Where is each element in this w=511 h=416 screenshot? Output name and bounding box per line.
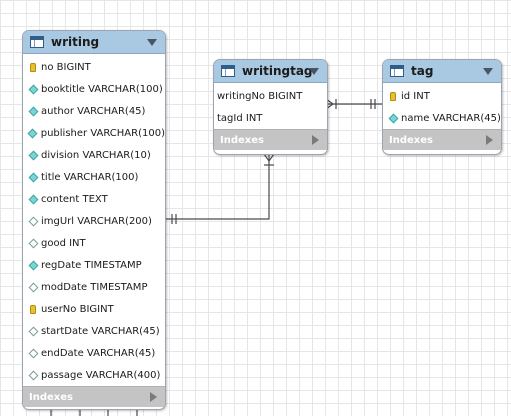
column-icon [26,172,40,182]
column-list: id INT name VARCHAR(45) [383,83,501,129]
column-icon [26,194,40,204]
table-header[interactable]: writingtag [214,60,327,83]
column-row[interactable]: startDate VARCHAR(45) [23,320,165,342]
collapse-arrow-icon[interactable] [147,39,157,46]
column-label: writingNo BIGINT [217,90,303,102]
column-icon [386,113,400,123]
table-icon [390,65,404,77]
nullable-column-icon [26,348,40,358]
key-icon [26,304,40,314]
collapse-arrow-icon[interactable] [483,68,493,75]
nullable-column-icon [26,326,40,336]
column-row[interactable]: imgUrl VARCHAR(200) [23,210,165,232]
column-row[interactable]: tagId INT [214,107,327,129]
table-title: tag [411,64,434,78]
column-label: modDate TIMESTAMP [41,281,148,293]
column-label: publisher VARCHAR(100) [40,127,165,139]
nullable-column-icon [26,216,40,226]
er-diagram-canvas: writing no BIGINT booktitle VARCHAR(100) a… [0,0,511,416]
indexes-section[interactable]: Indexes [383,129,501,150]
expand-arrow-icon[interactable] [486,135,493,145]
expand-arrow-icon[interactable] [312,135,319,145]
table-icon [30,36,44,48]
column-row[interactable]: good INT [23,232,165,254]
indexes-label: Indexes [389,134,433,146]
column-row[interactable]: userNo BIGINT [23,298,165,320]
column-row[interactable]: title VARCHAR(100) [23,166,165,188]
column-row[interactable]: division VARCHAR(10) [23,144,165,166]
column-list: no BIGINT booktitle VARCHAR(100) author VA… [23,54,165,386]
column-label: title VARCHAR(100) [41,171,139,183]
table-title: writing [51,35,100,49]
indexes-section[interactable]: Indexes [23,386,165,407]
column-label: booktitle VARCHAR(100) [41,83,163,95]
column-row[interactable]: endDate VARCHAR(45) [23,342,165,364]
relationship-writing-writingtag [166,155,270,220]
column-row[interactable]: content TEXT [23,188,165,210]
column-icon [26,84,40,94]
column-row[interactable]: author VARCHAR(45) [23,100,165,122]
table-title: writingtag [242,64,313,78]
many-crowfoot-mark [268,153,275,162]
column-label: good INT [41,237,86,249]
column-label: id INT [401,90,430,102]
collapse-arrow-icon[interactable] [309,68,319,75]
column-row[interactable]: regDate TIMESTAMP [23,254,165,276]
nullable-column-icon [26,238,40,248]
column-icon [26,150,40,160]
table-writing[interactable]: writing no BIGINT booktitle VARCHAR(100) a… [22,30,166,410]
column-row[interactable]: modDate TIMESTAMP [23,276,165,298]
table-header[interactable]: writing [23,31,165,54]
column-row[interactable]: id INT [383,85,501,107]
column-label: userNo BIGINT [41,303,114,315]
column-icon [26,106,40,116]
column-row[interactable]: booktitle VARCHAR(100) [23,78,165,100]
column-row[interactable]: publisher VARCHAR(100) [23,122,165,144]
table-icon [221,65,235,77]
column-label: name VARCHAR(45) [401,112,501,124]
column-icon [26,128,40,138]
column-row[interactable]: name VARCHAR(45) [383,107,501,129]
expand-arrow-icon[interactable] [150,392,157,402]
column-row[interactable]: no BIGINT [23,56,165,78]
column-row[interactable]: passage VARCHAR(400) [23,364,165,386]
key-icon [26,62,40,72]
column-label: content TEXT [41,193,108,205]
key-icon [386,91,400,101]
table-header[interactable]: tag [383,60,501,83]
indexes-section[interactable]: Indexes [214,129,327,150]
column-label: division VARCHAR(10) [41,149,151,161]
nullable-column-icon [26,282,40,292]
column-list: writingNo BIGINT tagId INT [214,83,327,129]
indexes-label: Indexes [29,391,73,403]
column-row[interactable]: writingNo BIGINT [214,85,327,107]
table-writingtag[interactable]: writingtag writingNo BIGINT tagId INT Ind… [213,59,328,155]
column-label: tagId INT [217,112,263,124]
table-tag[interactable]: tag id INT name VARCHAR(45) Indexes [382,59,502,155]
column-label: passage VARCHAR(400) [41,369,161,381]
indexes-label: Indexes [220,134,264,146]
column-label: imgUrl VARCHAR(200) [41,215,152,227]
column-icon [26,260,40,270]
column-label: endDate VARCHAR(45) [41,347,156,359]
column-label: author VARCHAR(45) [41,105,146,117]
nullable-column-icon [26,370,40,380]
many-crowfoot-mark [263,153,270,162]
column-label: regDate TIMESTAMP [41,259,142,271]
column-label: startDate VARCHAR(45) [41,325,160,337]
column-label: no BIGINT [41,61,91,73]
